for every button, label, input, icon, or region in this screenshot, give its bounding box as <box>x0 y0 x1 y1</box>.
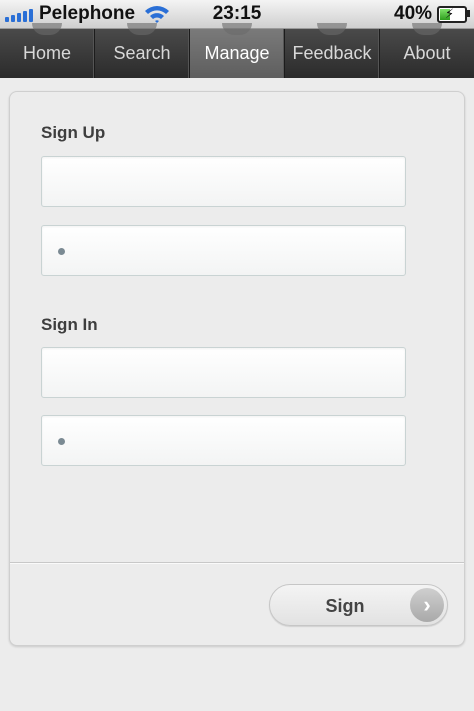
sign-up-password-field[interactable] <box>41 225 406 276</box>
sign-button-label: Sign <box>325 596 365 616</box>
sign-in-password-field[interactable] <box>41 415 406 466</box>
battery-tip <box>467 10 470 17</box>
tab-manage[interactable]: Manage <box>190 23 285 78</box>
tab-feedback[interactable]: Feedback <box>285 23 380 78</box>
password-mask-dot <box>58 438 65 445</box>
battery-percentage: 40% <box>394 3 433 24</box>
tab-label: About <box>403 43 451 63</box>
auth-form-card: Sign Up Sign In Sign › <box>9 91 465 646</box>
chevron-right-icon: › <box>410 588 444 622</box>
footer-divider <box>10 562 464 563</box>
tab-home[interactable]: Home <box>0 23 95 78</box>
tab-label: Home <box>22 43 71 63</box>
feedback-icon <box>317 23 347 35</box>
tab-label: Search <box>113 43 171 63</box>
home-icon <box>32 23 62 35</box>
tab-about[interactable]: About <box>380 23 474 78</box>
search-icon <box>127 23 157 35</box>
tab-search[interactable]: Search <box>95 23 190 78</box>
sign-up-username-field[interactable] <box>41 156 406 207</box>
manage-icon <box>222 23 252 35</box>
tab-label: Feedback <box>292 43 372 63</box>
sign-button[interactable]: Sign › <box>269 584 448 626</box>
tab-label: Manage <box>204 43 270 63</box>
password-mask-dot <box>58 248 65 255</box>
info-icon <box>412 23 442 35</box>
sign-up-heading: Sign Up <box>41 123 106 142</box>
battery-charging-icon: ⚡ <box>437 6 467 23</box>
tab-navigation: Home Search Manage Feedback About <box>0 23 474 78</box>
sign-in-heading: Sign In <box>41 315 98 334</box>
sign-in-username-field[interactable] <box>41 347 406 398</box>
